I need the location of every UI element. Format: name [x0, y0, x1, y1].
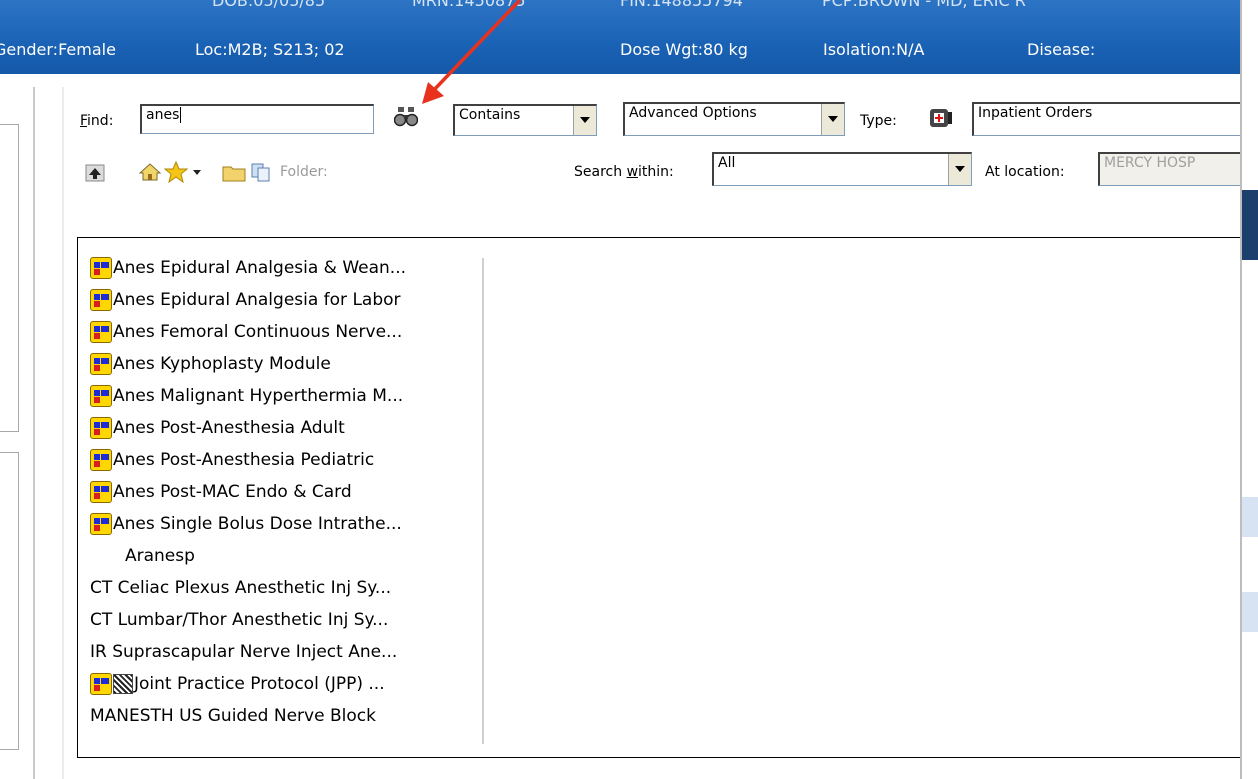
list-item[interactable]: Aranesp — [125, 543, 195, 569]
at-location-field[interactable]: MERCY HOSP — [1098, 152, 1242, 186]
list-item-label: Anes Epidural Analgesia & Wean... — [113, 258, 407, 278]
up-folder-icon[interactable] — [84, 163, 106, 183]
annotation-arrow-icon — [422, 0, 522, 104]
at-location-label: At location: — [985, 164, 1065, 180]
chevron-down-icon[interactable] — [821, 104, 844, 135]
list-item-label: CT Celiac Plexus Anesthetic Inj Sy... — [90, 578, 392, 598]
find-label: Find: — [80, 113, 114, 129]
search-within-select[interactable]: All — [712, 152, 972, 186]
banner-disease: Disease: — [1027, 40, 1096, 59]
advanced-options-value: Advanced Options — [629, 105, 757, 121]
list-item-label: Anes Post-Anesthesia Pediatric — [113, 450, 375, 470]
banner-pcp: PCP:BROWN - MD, ERIC R — [822, 0, 1026, 10]
left-panel-bracket — [0, 124, 19, 432]
order-type-select[interactable]: Inpatient Orders — [972, 102, 1242, 136]
banner-fin: FIN:148855794 — [620, 0, 743, 10]
list-item-label: Anes Post-MAC Endo & Card — [113, 482, 352, 502]
list-item[interactable]: CT Lumbar/Thor Anesthetic Inj Sy... — [90, 607, 388, 633]
list-item[interactable]: IR Suprascapular Nerve Inject Ane... — [90, 639, 397, 665]
list-item-label: Joint Practice Protocol (JPP) ... — [134, 674, 385, 694]
left-panel-bracket-lower — [0, 452, 19, 750]
banner-dose-weight: Dose Wgt:80 kg — [620, 40, 748, 59]
binoculars-search-icon[interactable] — [394, 106, 418, 128]
list-item[interactable]: Anes Epidural Analgesia & Wean... — [90, 255, 406, 281]
list-item-label: Anes Post-Anesthesia Adult — [113, 418, 345, 438]
background-window-header — [1242, 190, 1258, 260]
list-item-label: Anes Femoral Continuous Nerve... — [113, 322, 403, 342]
find-input[interactable]: anes — [140, 104, 374, 134]
list-item[interactable]: CT Celiac Plexus Anesthetic Inj Sy... — [90, 575, 391, 601]
chevron-down-icon[interactable] — [948, 154, 971, 185]
list-item[interactable]: Anes Post-MAC Endo & Card — [90, 479, 352, 505]
list-item[interactable]: Anes Femoral Continuous Nerve... — [90, 319, 402, 345]
type-label: Type: — [860, 113, 897, 129]
banner-gender: Gender:Female — [0, 40, 116, 59]
powerplan-icon — [90, 513, 112, 535]
list-item-label: Anes Malignant Hyperthermia M... — [113, 386, 404, 406]
find-label-rest: ind: — [87, 113, 114, 129]
chevron-down-icon[interactable] — [573, 106, 596, 135]
list-item-label: MANESTH US Guided Nerve Block — [90, 706, 376, 726]
list-item[interactable]: Anes Post-Anesthesia Pediatric — [90, 447, 374, 473]
match-mode-value: Contains — [459, 107, 521, 123]
list-item-label: Anes Epidural Analgesia for Labor — [113, 290, 401, 310]
column-divider — [482, 258, 484, 744]
search-within-value: All — [718, 155, 736, 171]
powerplan-icon — [90, 449, 112, 471]
banner-dob: DOB:05/05/85 — [212, 0, 326, 10]
advanced-options-select[interactable]: Advanced Options — [623, 102, 845, 136]
banner-location: Loc:M2B; S213; 02 — [195, 40, 345, 59]
powerplan-icon — [90, 289, 112, 311]
list-item[interactable]: Joint Practice Protocol (JPP) ... — [90, 671, 385, 697]
powerplan-icon — [90, 257, 112, 279]
protocol-note-icon — [113, 674, 133, 694]
list-item[interactable]: Anes Kyphoplasty Module — [90, 351, 331, 377]
folder-label: Folder: — [280, 164, 328, 180]
search-results-list[interactable]: Anes Epidural Analgesia & Wean... Anes E… — [77, 237, 1252, 758]
panel-divider — [33, 87, 35, 779]
powerplan-icon — [90, 417, 112, 439]
match-mode-select[interactable]: Contains — [453, 104, 597, 136]
background-window-edge — [1240, 0, 1258, 779]
powerplan-icon — [90, 385, 112, 407]
home-icon[interactable] — [139, 162, 161, 182]
at-location-value: MERCY HOSP — [1104, 155, 1196, 171]
powerplan-icon — [90, 353, 112, 375]
text-cursor — [180, 107, 182, 123]
search-within-label: Search within: — [574, 164, 674, 180]
list-item-label: Anes Kyphoplasty Module — [113, 354, 331, 374]
background-window-row — [1242, 592, 1258, 632]
background-window-row — [1242, 497, 1258, 537]
powerplan-icon — [90, 321, 112, 343]
chevron-down-icon[interactable] — [193, 170, 201, 176]
list-item[interactable]: Anes Single Bolus Dose Intrathe... — [90, 511, 402, 537]
folder-icon[interactable] — [222, 163, 246, 183]
list-item[interactable]: MANESTH US Guided Nerve Block — [90, 703, 376, 729]
list-item-label: CT Lumbar/Thor Anesthetic Inj Sy... — [90, 610, 389, 630]
powerplan-icon — [90, 481, 112, 503]
list-item-label: Aranesp — [125, 546, 195, 566]
powerplan-icon — [90, 673, 112, 695]
copy-icon[interactable] — [250, 162, 272, 182]
list-item[interactable]: Anes Malignant Hyperthermia M... — [90, 383, 403, 409]
order-type-value: Inpatient Orders — [978, 105, 1093, 121]
patient-banner: DOB:05/05/85 MRN:1450875 FIN:148855794 P… — [0, 0, 1240, 74]
order-type-icon — [930, 109, 952, 127]
list-item-label: IR Suprascapular Nerve Inject Ane... — [90, 642, 398, 662]
list-item-label: Anes Single Bolus Dose Intrathe... — [113, 514, 402, 534]
favorites-star-icon[interactable] — [164, 161, 188, 183]
banner-isolation: Isolation:N/A — [823, 40, 925, 59]
list-item[interactable]: Anes Epidural Analgesia for Labor — [90, 287, 401, 313]
find-input-value: anes — [146, 107, 180, 123]
list-item[interactable]: Anes Post-Anesthesia Adult — [90, 415, 345, 441]
panel-divider-inner — [62, 87, 64, 779]
